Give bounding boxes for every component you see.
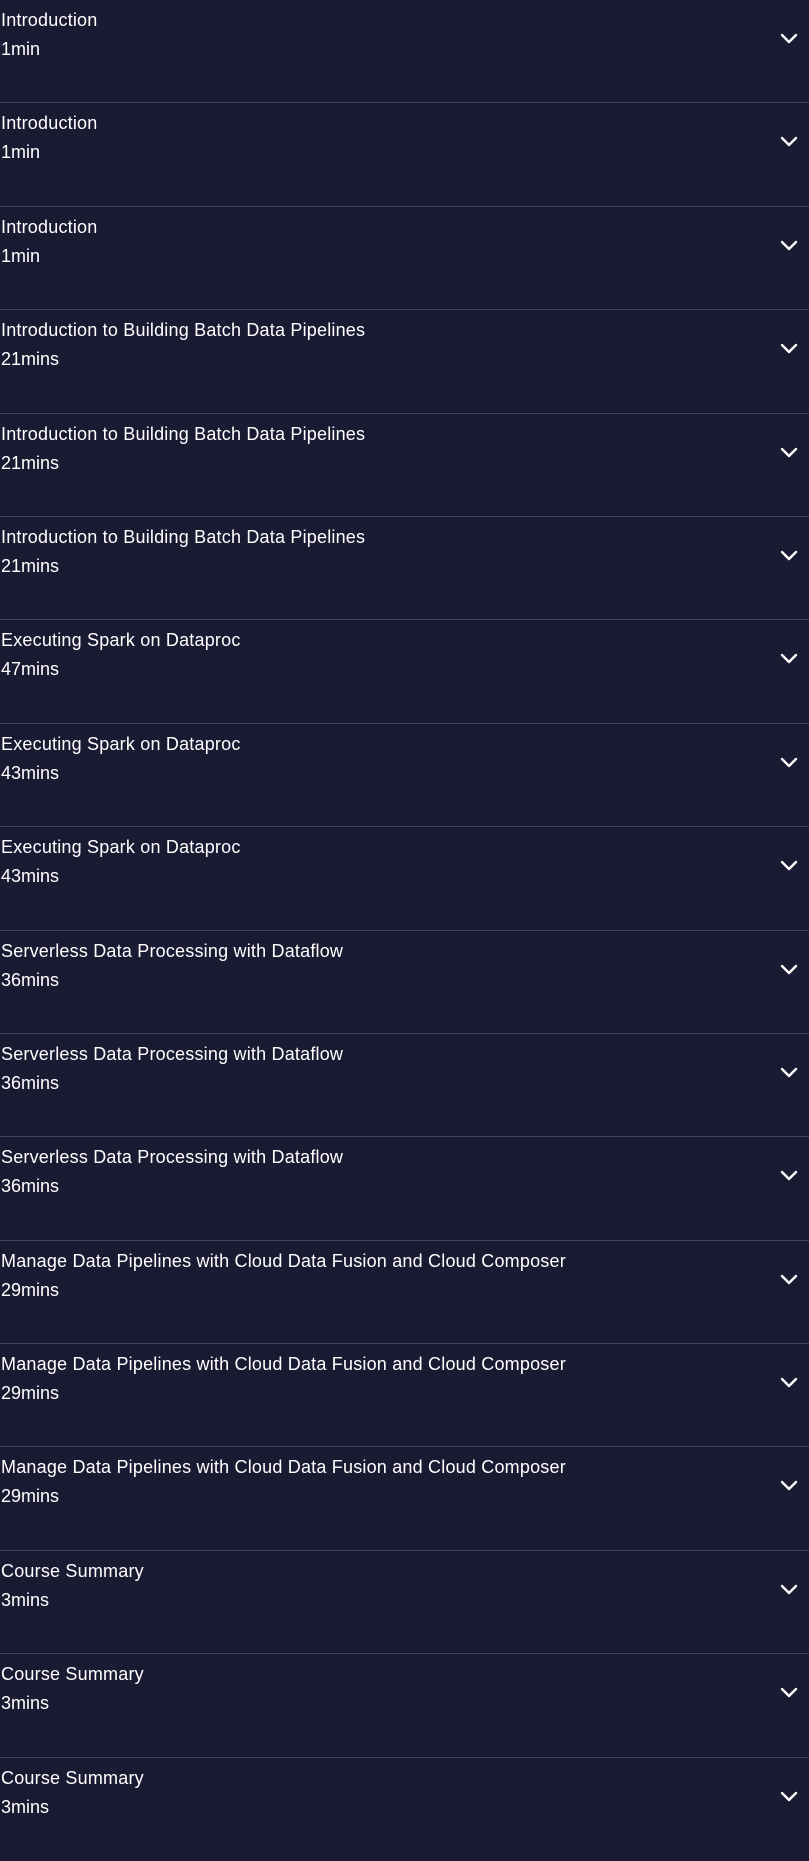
- module-title: Manage Data Pipelines with Cloud Data Fu…: [1, 1457, 566, 1478]
- module-duration: 3mins: [1, 1589, 50, 1610]
- module-row[interactable]: Course Summary 3mins: [0, 1550, 809, 1655]
- chevron-down-icon[interactable]: [779, 856, 799, 876]
- module-row[interactable]: Introduction to Building Batch Data Pipe…: [0, 516, 809, 621]
- chevron-down-icon[interactable]: [779, 1063, 799, 1083]
- module-title: Manage Data Pipelines with Cloud Data Fu…: [1, 1354, 566, 1375]
- chevron-down-icon[interactable]: [779, 1580, 799, 1600]
- module-duration: 36mins: [1, 969, 60, 990]
- chevron-down-icon[interactable]: [779, 1787, 799, 1807]
- module-row[interactable]: Introduction to Building Batch Data Pipe…: [0, 310, 809, 414]
- module-duration: 43mins: [1, 762, 60, 783]
- module-title: Serverless Data Processing with Dataflow: [1, 940, 344, 961]
- module-title: Introduction to Building Batch Data Pipe…: [1, 423, 366, 444]
- chevron-down-icon[interactable]: [779, 960, 799, 980]
- module-duration: 36mins: [1, 1176, 60, 1197]
- chevron-down-icon[interactable]: [779, 1373, 799, 1393]
- chevron-down-icon[interactable]: [779, 1166, 799, 1186]
- chevron-down-icon[interactable]: [779, 29, 799, 49]
- module-duration: 29mins: [1, 1279, 60, 1300]
- chevron-down-icon[interactable]: [779, 132, 799, 152]
- module-row[interactable]: Introduction 1min: [0, 206, 809, 311]
- module-duration: 36mins: [1, 1072, 60, 1093]
- module-row[interactable]: Course Summary 3mins: [0, 1654, 809, 1758]
- module-row[interactable]: Course Summary 3mins: [0, 1757, 809, 1861]
- module-duration: 21mins: [1, 555, 60, 576]
- module-row[interactable]: Executing Spark on Dataproc 47mins: [0, 620, 809, 724]
- module-title: Executing Spark on Dataproc: [1, 630, 241, 651]
- module-title: Course Summary: [1, 1560, 144, 1581]
- module-duration: 1min: [1, 142, 41, 163]
- module-row[interactable]: Introduction 1min: [0, 103, 809, 207]
- module-row[interactable]: Manage Data Pipelines with Cloud Data Fu…: [0, 1447, 809, 1551]
- module-row[interactable]: Introduction to Building Batch Data Pipe…: [0, 413, 809, 517]
- module-title: Introduction to Building Batch Data Pipe…: [1, 320, 366, 341]
- module-duration: 1min: [1, 245, 41, 266]
- module-row[interactable]: Serverless Data Processing with Dataflow…: [0, 1033, 809, 1138]
- module-row[interactable]: Introduction 1min: [0, 0, 809, 104]
- chevron-down-icon[interactable]: [779, 1270, 799, 1290]
- chevron-down-icon[interactable]: [779, 339, 799, 359]
- module-title: Serverless Data Processing with Dataflow: [1, 1043, 344, 1064]
- module-title: Introduction: [1, 10, 98, 30]
- module-duration: 21mins: [1, 349, 60, 370]
- chevron-down-icon[interactable]: [779, 649, 799, 669]
- module-duration: 21mins: [1, 452, 60, 473]
- module-duration: 3mins: [1, 1796, 50, 1817]
- course-modules-list: Introduction 1min Introduction 1min Intr…: [0, 0, 809, 1861]
- module-title: Course Summary: [1, 1664, 144, 1685]
- module-row[interactable]: Manage Data Pipelines with Cloud Data Fu…: [0, 1344, 809, 1448]
- module-row[interactable]: Manage Data Pipelines with Cloud Data Fu…: [0, 1240, 809, 1345]
- module-title: Manage Data Pipelines with Cloud Data Fu…: [1, 1250, 566, 1271]
- chevron-down-icon[interactable]: [779, 753, 799, 773]
- chevron-down-icon[interactable]: [779, 1683, 799, 1703]
- module-title: Introduction: [1, 113, 98, 134]
- module-duration: 29mins: [1, 1383, 60, 1404]
- module-duration: 1min: [1, 39, 41, 59]
- module-title: Executing Spark on Dataproc: [1, 733, 241, 754]
- chevron-down-icon[interactable]: [779, 546, 799, 566]
- chevron-down-icon[interactable]: [779, 236, 799, 256]
- module-row[interactable]: Serverless Data Processing with Dataflow…: [0, 930, 809, 1034]
- module-title: Course Summary: [1, 1767, 144, 1788]
- module-row[interactable]: Serverless Data Processing with Dataflow…: [0, 1137, 809, 1241]
- module-row[interactable]: Executing Spark on Dataproc 43mins: [0, 827, 809, 931]
- module-title: Introduction: [1, 216, 98, 237]
- module-row[interactable]: Executing Spark on Dataproc 43mins: [0, 723, 809, 828]
- module-duration: 29mins: [1, 1486, 60, 1507]
- chevron-down-icon[interactable]: [779, 1476, 799, 1496]
- module-duration: 43mins: [1, 866, 60, 887]
- module-title: Introduction to Building Batch Data Pipe…: [1, 526, 366, 547]
- module-title: Serverless Data Processing with Dataflow: [1, 1147, 344, 1168]
- module-duration: 3mins: [1, 1693, 50, 1714]
- chevron-down-icon[interactable]: [779, 443, 799, 463]
- module-title: Executing Spark on Dataproc: [1, 837, 241, 858]
- module-duration: 47mins: [1, 659, 60, 680]
